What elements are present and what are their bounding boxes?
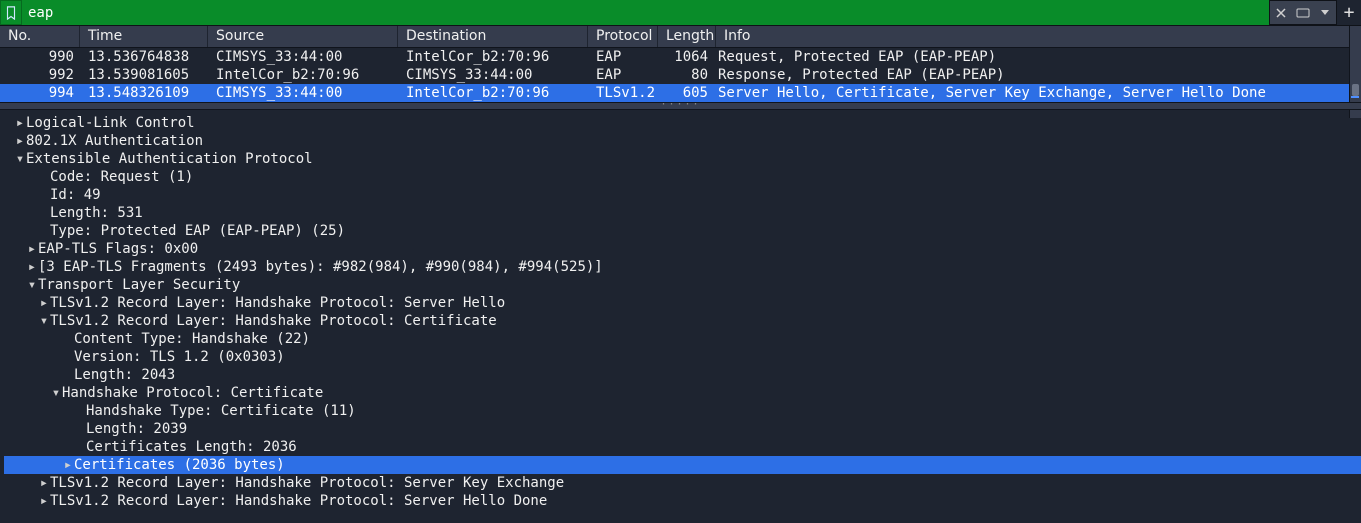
col-source[interactable]: Source (208, 26, 398, 47)
tree-leaf[interactable]: Type: Protected EAP (EAP-PEAP) (25) (4, 222, 1361, 240)
scrollbar-thumb[interactable] (1352, 84, 1359, 96)
col-protocol[interactable]: Protocol (588, 26, 658, 47)
tree-leaf[interactable]: Id: 49 (4, 186, 1361, 204)
cell-source: IntelCor_b2:70:96 (208, 66, 398, 84)
cell-protocol: EAP (588, 48, 658, 66)
tree-node-eap-flags[interactable]: ▸EAP-TLS Flags: 0x00 (4, 240, 1361, 258)
packet-row[interactable]: 99013.536764838CIMSYS_33:44:00IntelCor_b… (0, 48, 1361, 66)
tree-leaf[interactable]: Certificates Length: 2036 (4, 438, 1361, 456)
display-filter-bar: + (0, 0, 1361, 26)
add-filter-tab-button[interactable]: + (1337, 0, 1361, 25)
cell-time: 13.536764838 (80, 48, 208, 66)
col-time[interactable]: Time (80, 26, 208, 47)
display-filter-input[interactable] (22, 0, 1269, 25)
tree-leaf[interactable]: Code: Request (1) (4, 168, 1361, 186)
cell-destination: IntelCor_b2:70:96 (398, 48, 588, 66)
tree-node-certificates[interactable]: ▸Certificates (2036 bytes) (4, 456, 1361, 474)
packet-details-pane: ▸Logical-Link Control ▸802.1X Authentica… (0, 110, 1361, 510)
tree-node-dot1x[interactable]: ▸802.1X Authentication (4, 132, 1361, 150)
cell-length: 1064 (658, 48, 712, 66)
tree-leaf[interactable]: Handshake Type: Certificate (11) (4, 402, 1361, 420)
col-no[interactable]: No. (0, 26, 80, 47)
tree-node-rec-done[interactable]: ▸TLSv1.2 Record Layer: Handshake Protoco… (4, 492, 1361, 510)
tree-node-llc[interactable]: ▸Logical-Link Control (4, 114, 1361, 132)
col-info[interactable]: Info (716, 26, 1361, 47)
cell-source: CIMSYS_33:44:00 (208, 84, 398, 102)
filter-end-controls (1269, 0, 1337, 25)
tree-node-tls[interactable]: ▾Transport Layer Security (4, 276, 1361, 294)
tree-node-rec-cert[interactable]: ▾TLSv1.2 Record Layer: Handshake Protoco… (4, 312, 1361, 330)
cell-protocol: TLSv1.2 (588, 84, 658, 102)
cell-destination: CIMSYS_33:44:00 (398, 66, 588, 84)
bookmark-icon[interactable] (0, 0, 22, 25)
cell-destination: IntelCor_b2:70:96 (398, 84, 588, 102)
packet-row[interactable]: 99213.539081605IntelCor_b2:70:96CIMSYS_3… (0, 66, 1361, 84)
tree-node-rec-kex[interactable]: ▸TLSv1.2 Record Layer: Handshake Protoco… (4, 474, 1361, 492)
tree-leaf[interactable]: Version: TLS 1.2 (0x0303) (4, 348, 1361, 366)
cell-no: 990 (0, 48, 80, 66)
filter-expression-icon[interactable] (1292, 1, 1314, 25)
tree-node-rec-hello[interactable]: ▸TLSv1.2 Record Layer: Handshake Protoco… (4, 294, 1361, 312)
cell-length: 80 (658, 66, 712, 84)
cell-source: CIMSYS_33:44:00 (208, 48, 398, 66)
tree-node-handshake[interactable]: ▾Handshake Protocol: Certificate (4, 384, 1361, 402)
col-length[interactable]: Length (658, 26, 716, 47)
col-destination[interactable]: Destination (398, 26, 588, 47)
tree-node-eap-frags[interactable]: ▸[3 EAP-TLS Fragments (2493 bytes): #982… (4, 258, 1361, 276)
tree-node-eap[interactable]: ▾Extensible Authentication Protocol (4, 150, 1361, 168)
tree-leaf[interactable]: Length: 531 (4, 204, 1361, 222)
tree-leaf[interactable]: Content Type: Handshake (22) (4, 330, 1361, 348)
cell-info: Response, Protected EAP (EAP-PEAP) (712, 66, 1361, 84)
cell-no: 992 (0, 66, 80, 84)
tree-leaf[interactable]: Length: 2039 (4, 420, 1361, 438)
cell-protocol: EAP (588, 66, 658, 84)
tree-leaf[interactable]: Length: 2043 (4, 366, 1361, 384)
cell-time: 13.539081605 (80, 66, 208, 84)
clear-filter-icon[interactable] (1270, 1, 1292, 25)
cell-time: 13.548326109 (80, 84, 208, 102)
filter-history-dropdown-icon[interactable] (1314, 1, 1336, 25)
cell-no: 994 (0, 84, 80, 102)
pane-splitter[interactable] (0, 102, 1361, 110)
cell-info: Server Hello, Certificate, Server Key Ex… (712, 84, 1361, 102)
packet-list: 99013.536764838CIMSYS_33:44:00IntelCor_b… (0, 48, 1361, 102)
cell-info: Request, Protected EAP (EAP-PEAP) (712, 48, 1361, 66)
packet-list-header: No. Time Source Destination Protocol Len… (0, 26, 1361, 48)
